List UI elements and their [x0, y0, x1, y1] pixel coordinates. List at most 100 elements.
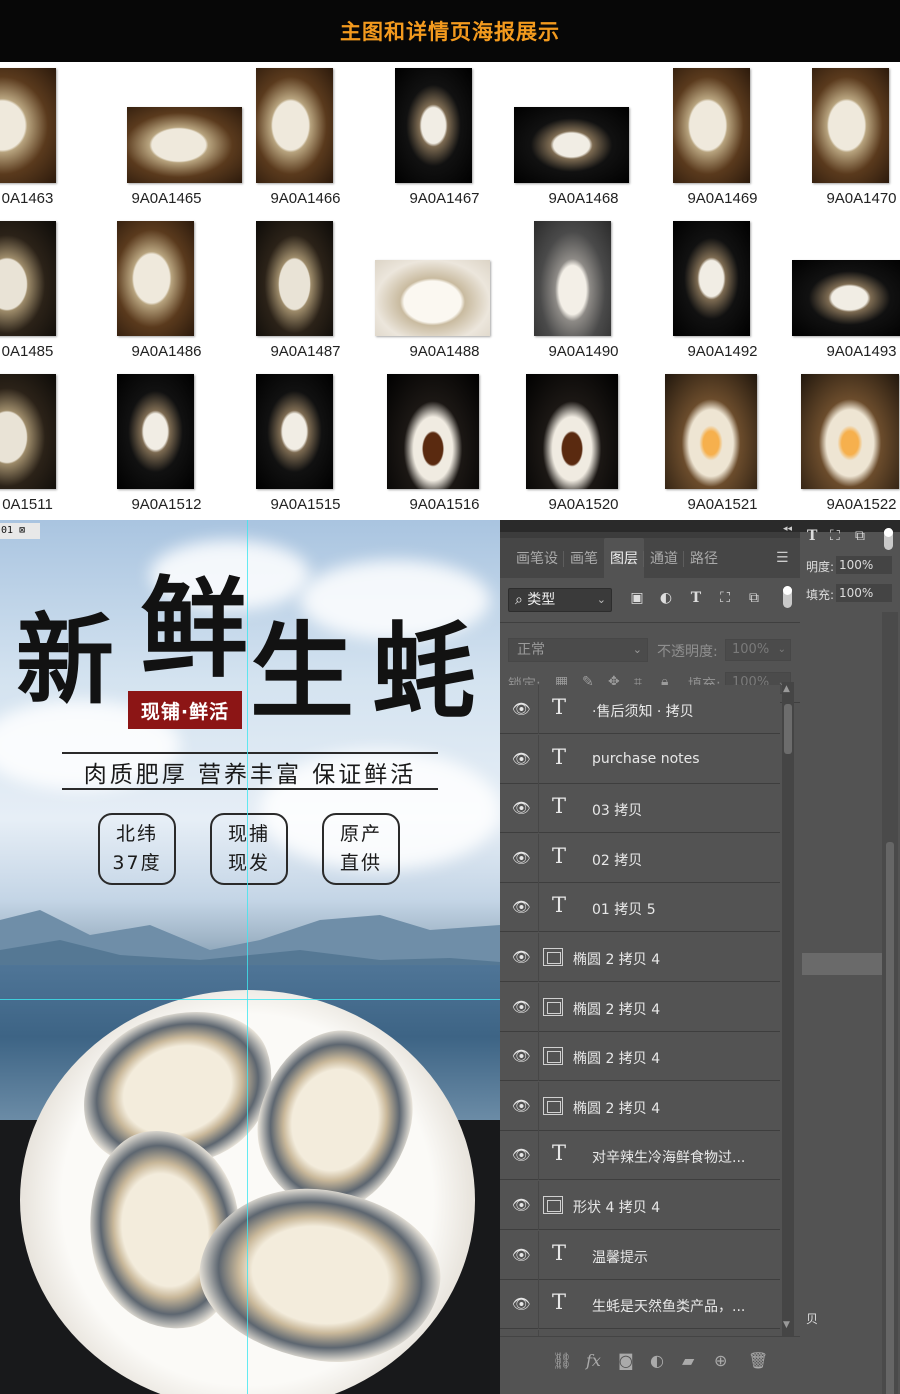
opacity-input[interactable]: 100%: [836, 556, 892, 574]
file-thumbnail[interactable]: 9A0A1521: [653, 368, 792, 520]
file-thumbnail[interactable]: 9A0A1490: [514, 215, 653, 368]
layer-row[interactable]: 👁︎ 椭圆 2 拷贝 4: [500, 982, 780, 1032]
eye-icon[interactable]: 👁︎: [512, 700, 531, 718]
file-name: 0A1511: [2, 496, 53, 513]
right-panel-scrollbar[interactable]: [882, 612, 898, 1394]
shape-filter-icon[interactable]: ⛶: [716, 589, 734, 607]
eye-icon[interactable]: 👁︎: [512, 1246, 531, 1264]
layer-row[interactable]: 👁︎ T 温馨提示: [500, 1230, 780, 1280]
tab-brush[interactable]: 画笔: [563, 548, 604, 578]
layer-row[interactable]: 👁︎ 椭圆 2 拷贝 4: [500, 933, 780, 982]
file-name: 9A0A1490: [548, 343, 619, 360]
document-tab[interactable]: 01 ⊠: [0, 523, 40, 539]
text-layer-icon: T: [552, 893, 567, 918]
file-thumbnail[interactable]: 9A0A1522: [792, 368, 900, 520]
eye-icon[interactable]: 👁︎: [512, 750, 531, 768]
layer-row[interactable]: 👁︎ T 03 拷贝: [500, 784, 780, 834]
file-thumbnail[interactable]: 9A0A1493: [792, 215, 900, 368]
file-thumbnail[interactable]: 9A0A1516: [375, 368, 514, 520]
scroll-thumb[interactable]: [886, 842, 894, 1394]
filter-toggle[interactable]: [884, 528, 893, 550]
collapse-icon[interactable]: ◂◂: [783, 524, 792, 534]
smart-object-filter-icon[interactable]: ⧉: [745, 589, 763, 607]
tab-paths[interactable]: 路径: [683, 548, 724, 578]
eye-icon[interactable]: 👁︎: [512, 898, 531, 916]
eye-icon[interactable]: 👁︎: [512, 1146, 531, 1164]
file-name: 9A0A1516: [409, 496, 480, 513]
opacity-input[interactable]: 100% ⌄: [725, 639, 791, 661]
layer-row[interactable]: 👁︎ T 生蚝是天然鱼类产品，...: [500, 1280, 780, 1330]
file-thumbnail[interactable]: 9A0A1515: [236, 368, 375, 520]
layer-row[interactable]: 👁︎ T 对辛辣生冷海鲜食物过...: [500, 1131, 780, 1181]
layer-row[interactable]: 👁︎ 椭圆 2 拷贝 4: [500, 1081, 780, 1131]
filter-toggle[interactable]: [783, 586, 792, 608]
fill-input[interactable]: 100%: [836, 584, 892, 602]
selected-layer-row[interactable]: [802, 953, 882, 975]
tab-brush-settings[interactable]: 画笔设: [510, 548, 564, 578]
file-thumbnail[interactable]: 0A1485: [0, 215, 97, 368]
scroll-thumb[interactable]: [784, 704, 792, 754]
text-layer-icon: T: [552, 1290, 567, 1315]
layer-row[interactable]: 👁︎ 椭圆 2 拷贝 4: [500, 1032, 780, 1082]
file-thumbnail[interactable]: 9A0A1467: [375, 62, 514, 215]
file-name: 9A0A1466: [270, 190, 341, 207]
eye-icon[interactable]: 👁︎: [512, 1196, 531, 1214]
file-thumbnail[interactable]: 9A0A1465: [97, 62, 242, 215]
layer-list-scrollbar[interactable]: ▲ ▼: [782, 682, 794, 1336]
oyster-photo: [0, 374, 56, 489]
mask-icon[interactable]: ◙: [618, 1351, 634, 1370]
smart-object-filter-icon[interactable]: ⧉: [855, 528, 865, 544]
eye-icon[interactable]: 👁︎: [512, 1047, 531, 1065]
scroll-down-icon[interactable]: ▼: [783, 1320, 790, 1330]
file-thumbnail[interactable]: 9A0A1468: [514, 62, 653, 215]
panel-menu-icon[interactable]: ☰: [776, 550, 789, 566]
eye-icon[interactable]: 👁︎: [512, 998, 531, 1016]
file-thumbnail[interactable]: 9A0A1470: [792, 62, 900, 215]
scroll-up-icon[interactable]: ▲: [783, 684, 790, 694]
layer-row[interactable]: 👁︎ Tpurchase notes: [500, 734, 780, 784]
file-thumbnail[interactable]: 9A0A1466: [236, 62, 375, 215]
file-thumbnail[interactable]: 9A0A1520: [514, 368, 653, 520]
guide-line-horizontal[interactable]: [0, 999, 500, 1000]
title-char-4: 蚝: [372, 610, 477, 733]
tab-channels[interactable]: 通道: [643, 548, 684, 578]
file-thumbnail[interactable]: 9A0A1488: [375, 215, 514, 368]
eye-icon[interactable]: 👁︎: [512, 849, 531, 867]
folder-icon[interactable]: ▰: [682, 1351, 694, 1370]
image-filter-icon[interactable]: ▣: [628, 589, 646, 607]
divider: [538, 1131, 539, 1181]
blend-mode-select[interactable]: 正常 ⌄: [508, 638, 648, 662]
file-thumbnail[interactable]: 9A0A1487: [236, 215, 375, 368]
shape-layer-icon: [543, 1196, 563, 1214]
fx-icon[interactable]: fx: [586, 1351, 601, 1370]
tab-layers[interactable]: 图层: [604, 538, 644, 578]
trash-icon[interactable]: 🗑︎: [748, 1351, 768, 1370]
shape-filter-icon[interactable]: ⛶: [830, 528, 840, 544]
text-filter-icon[interactable]: T: [687, 589, 705, 607]
file-thumbnail[interactable]: 9A0A1492: [653, 215, 792, 368]
guide-line-vertical[interactable]: [247, 520, 248, 1394]
link-icon[interactable]: ⛓: [552, 1351, 572, 1370]
layer-filter-select[interactable]: ⌕ 类型 ⌄: [508, 588, 612, 612]
divider: [538, 784, 539, 834]
layer-row[interactable]: 👁︎ T 01 拷贝 5: [500, 883, 780, 933]
file-thumbnail[interactable]: 9A0A1469: [653, 62, 792, 215]
file-name: 9A0A1492: [687, 343, 758, 360]
layer-name: 形状 4 拷贝 4: [573, 1200, 661, 1216]
adjustment-icon[interactable]: ◐: [650, 1351, 664, 1370]
layer-row[interactable]: 👁︎ 形状 4 拷贝 4: [500, 1181, 780, 1230]
layer-row[interactable]: 👁︎ T 02 拷贝: [500, 833, 780, 883]
adjustment-filter-icon[interactable]: ◐: [657, 589, 675, 607]
eye-icon[interactable]: 👁︎: [512, 948, 531, 966]
eye-icon[interactable]: 👁︎: [512, 1097, 531, 1115]
layer-row[interactable]: 👁︎ T ·售后须知 · 拷贝: [500, 685, 780, 734]
file-thumbnail[interactable]: 0A1463: [0, 62, 97, 215]
new-layer-icon[interactable]: ⊕: [714, 1351, 727, 1370]
file-thumbnail[interactable]: 9A0A1486: [97, 215, 236, 368]
file-thumbnail[interactable]: 9A0A1512: [97, 368, 236, 520]
file-thumbnail[interactable]: 0A1511: [0, 368, 97, 520]
text-filter-icon[interactable]: T: [807, 528, 817, 544]
eye-icon[interactable]: 👁︎: [512, 799, 531, 817]
eye-icon[interactable]: 👁︎: [512, 1295, 531, 1313]
text-layer-icon: T: [552, 695, 567, 719]
